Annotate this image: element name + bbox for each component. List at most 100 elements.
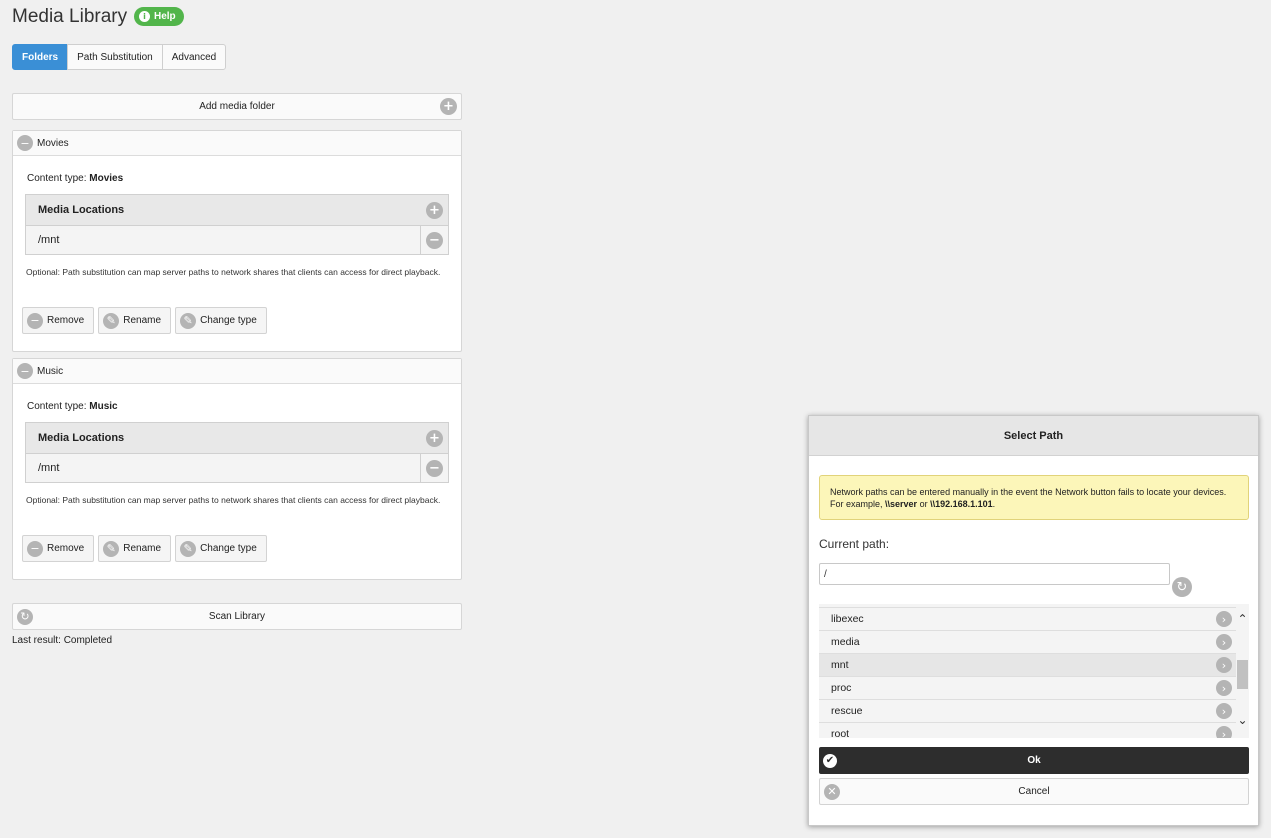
minus-circle-icon[interactable]: − xyxy=(17,135,33,151)
refresh-icon[interactable]: ↻ xyxy=(1172,577,1192,597)
plus-circle-icon[interactable]: + xyxy=(426,429,443,447)
folder-header[interactable]: − Movies xyxy=(13,131,461,156)
rename-button[interactable]: ✎ Rename xyxy=(98,535,172,562)
change-type-button[interactable]: ✎ Change type xyxy=(175,535,267,562)
folder-card-music: − Music Content type: Music Media Locati… xyxy=(12,358,462,580)
chevron-right-icon: › xyxy=(1216,726,1232,738)
rename-label: Rename xyxy=(123,543,162,554)
scan-library-button[interactable]: ↻ Scan Library xyxy=(12,603,462,630)
directory-scrollbar[interactable]: ⌃ ⌄ xyxy=(1236,604,1249,738)
rename-button[interactable]: ✎ Rename xyxy=(98,307,172,334)
minus-circle-icon[interactable]: − xyxy=(17,363,33,379)
folder-name: Movies xyxy=(37,137,69,149)
minus-circle-icon[interactable]: − xyxy=(426,459,443,477)
pencil-icon: ✎ xyxy=(103,540,120,557)
directory-item[interactable]: rescue › xyxy=(819,700,1236,723)
remove-label: Remove xyxy=(47,543,85,554)
ok-button[interactable]: ✔ Ok xyxy=(819,747,1249,774)
pencil-icon: ✎ xyxy=(180,312,197,329)
folder-actions: − Remove ✎ Rename ✎ Change type xyxy=(22,535,271,562)
path-substitution-note: Optional: Path substitution can map serv… xyxy=(26,267,441,277)
remove-button[interactable]: − Remove xyxy=(22,535,95,562)
media-locations: Media Locations + /mnt − xyxy=(25,422,449,483)
tab-path-substitution[interactable]: Path Substitution xyxy=(67,44,163,70)
directory-item-selected[interactable]: mnt › xyxy=(819,654,1236,677)
content-type: Content type: Music xyxy=(27,401,118,412)
directory-list[interactable]: libexec › media › mnt › proc › rescue › … xyxy=(819,604,1236,738)
minus-circle-icon[interactable]: − xyxy=(426,231,443,249)
minus-circle-icon: − xyxy=(27,312,43,329)
scrollbar-thumb[interactable] xyxy=(1237,660,1248,689)
ok-label: Ok xyxy=(1027,755,1041,766)
folder-card-movies: − Movies Content type: Movies Media Loca… xyxy=(12,130,462,352)
close-icon: ✕ xyxy=(824,783,840,800)
add-media-folder-button[interactable]: Add media folder + xyxy=(12,93,462,120)
change-type-label: Change type xyxy=(200,315,257,326)
location-path: /mnt xyxy=(38,234,60,246)
directory-item[interactable]: media › xyxy=(819,631,1236,654)
directory-name: root xyxy=(831,728,850,738)
content-type-label: Content type: xyxy=(27,401,87,412)
directory-name: libexec xyxy=(831,613,864,625)
directory-item[interactable]: libexec › xyxy=(819,608,1236,631)
scroll-down-icon[interactable]: ⌄ xyxy=(1236,713,1249,727)
add-media-folder-label: Add media folder xyxy=(199,101,275,112)
help-label: Help xyxy=(154,11,176,22)
content-type-label: Content type: xyxy=(27,173,87,184)
directory-name: rescue xyxy=(831,705,863,717)
location-path: /mnt xyxy=(38,462,60,474)
change-type-button[interactable]: ✎ Change type xyxy=(175,307,267,334)
info-suffix: . xyxy=(992,499,996,509)
pencil-icon: ✎ xyxy=(103,312,120,329)
change-type-label: Change type xyxy=(200,543,257,554)
scroll-up-icon[interactable]: ⌃ xyxy=(1236,612,1249,626)
check-icon: ✔ xyxy=(823,753,837,768)
select-path-dialog: Select Path Network paths can be entered… xyxy=(808,415,1259,826)
media-locations: Media Locations + /mnt − xyxy=(25,194,449,255)
tab-advanced[interactable]: Advanced xyxy=(161,44,227,70)
chevron-right-icon: › xyxy=(1216,703,1232,719)
cancel-button[interactable]: ✕ Cancel xyxy=(819,778,1249,805)
dialog-title: Select Path xyxy=(809,416,1258,456)
chevron-right-icon: › xyxy=(1216,634,1232,650)
folder-header[interactable]: − Music xyxy=(13,359,461,384)
directory-name: proc xyxy=(831,682,852,694)
folder-name: Music xyxy=(37,365,64,377)
network-path-info: Network paths can be entered manually in… xyxy=(819,475,1249,520)
pencil-icon: ✎ xyxy=(180,540,197,557)
directory-name: media xyxy=(831,636,860,648)
directory-item[interactable]: root › xyxy=(819,723,1236,738)
media-locations-title: Media Locations xyxy=(38,204,125,216)
rename-label: Rename xyxy=(123,315,162,326)
tab-bar: Folders Path Substitution Advanced xyxy=(12,44,227,70)
last-result: Last result: Completed xyxy=(12,635,113,646)
page-title: Media Library xyxy=(12,6,128,27)
scan-library-label: Scan Library xyxy=(208,611,266,622)
plus-circle-icon[interactable]: + xyxy=(426,201,443,219)
current-path-input[interactable] xyxy=(819,563,1170,585)
current-path-label: Current path: xyxy=(819,537,890,551)
content-type-value: Music xyxy=(89,401,118,412)
directory-item[interactable]: proc › xyxy=(819,677,1236,700)
plus-circle-icon: + xyxy=(440,98,457,115)
path-substitution-note: Optional: Path substitution can map serv… xyxy=(26,495,441,505)
media-locations-title: Media Locations xyxy=(38,432,125,444)
chevron-right-icon: › xyxy=(1216,680,1232,696)
folder-actions: − Remove ✎ Rename ✎ Change type xyxy=(22,307,271,334)
info-example-server: \\server xyxy=(885,499,918,509)
cancel-label: Cancel xyxy=(1018,786,1050,797)
remove-button[interactable]: − Remove xyxy=(22,307,95,334)
info-example-ip: \\192.168.1.101 xyxy=(930,499,993,509)
list-item: /mnt − xyxy=(26,454,448,482)
content-type-value: Movies xyxy=(89,173,124,184)
chevron-right-icon: › xyxy=(1216,611,1232,627)
content-type: Content type: Movies xyxy=(27,173,123,184)
minus-circle-icon: − xyxy=(27,540,43,557)
help-button[interactable]: i Help xyxy=(134,7,184,26)
tab-folders[interactable]: Folders xyxy=(12,44,69,70)
refresh-icon: ↻ xyxy=(17,608,33,625)
remove-label: Remove xyxy=(47,315,85,326)
info-or: or xyxy=(917,499,931,509)
chevron-right-icon: › xyxy=(1216,657,1232,673)
info-icon: i xyxy=(139,11,150,22)
